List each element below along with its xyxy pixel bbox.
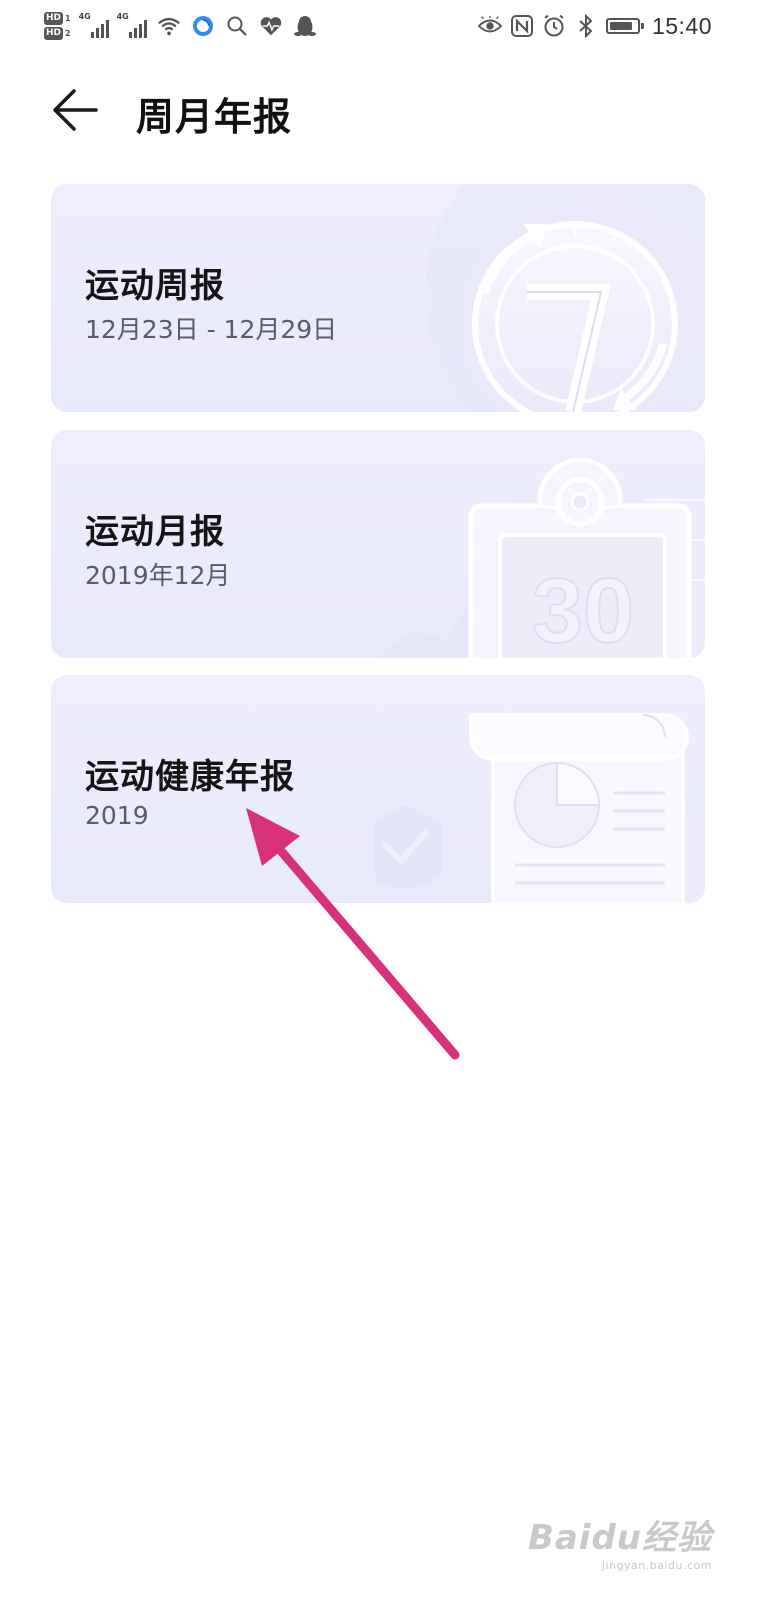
weekly-monthly-yearly-report-screen: HD 1 HD 2 4G 4G 15:40 周月年报 运动周报 12月23日 -… [0, 0, 770, 1600]
qq-penguin-icon [293, 14, 317, 38]
weekly-cycle-7-icon [425, 184, 705, 412]
status-bar-right: 15:40 [477, 8, 712, 44]
hd-badge-2: HD 2 [44, 27, 71, 40]
status-bar-left: HD 1 HD 2 4G 4G [44, 6, 317, 46]
battery-icon [605, 18, 644, 34]
status-time: 15:40 [651, 12, 712, 39]
search-icon [225, 14, 249, 38]
card-subtitle: 2019 [85, 801, 149, 830]
signal-icon: 4G [116, 12, 147, 38]
card-title: 运动健康年报 [85, 757, 295, 797]
hd-badge-1: HD 1 [44, 12, 71, 25]
watermark: Baidu经验 jingyan.baidu.com [528, 1510, 712, 1572]
card-title: 运动月报 [85, 512, 225, 552]
monthly-report-card[interactable]: 30 运动月报 2019年12月 [51, 430, 705, 658]
wifi-icon [157, 14, 181, 38]
yearly-report-scroll-icon [375, 713, 705, 903]
arrow-left-icon [53, 89, 98, 131]
health-heart-icon [259, 14, 283, 38]
nfc-icon [510, 14, 534, 38]
page-title: 周月年报 [136, 95, 293, 139]
card-subtitle: 2019年12月 [85, 561, 231, 590]
card-subtitle: 12月23日 - 12月29日 [85, 315, 338, 344]
back-button[interactable] [46, 82, 106, 138]
network-type-label: 4G [116, 12, 129, 21]
alarm-icon [542, 14, 566, 38]
hd-voice-badges: HD 1 HD 2 [44, 12, 71, 40]
network-type-label: 4G [78, 12, 91, 21]
weekly-report-card[interactable]: 运动周报 12月23日 - 12月29日 [51, 184, 705, 412]
monthly-clipboard-30-icon: 30 [375, 457, 705, 658]
card-title: 运动周报 [85, 266, 225, 306]
watermark-sub: jingyan.baidu.com [601, 1559, 712, 1572]
app-header: 周月年报 [0, 70, 770, 150]
svg-text:30: 30 [532, 560, 634, 658]
browser-icon [191, 14, 215, 38]
eye-icon [477, 14, 502, 38]
status-bar: HD 1 HD 2 4G 4G 15:40 [0, 0, 770, 50]
signal-icon: 4G [78, 12, 109, 38]
bluetooth-icon [574, 14, 598, 38]
watermark-main: Baidu经验 [527, 1518, 712, 1558]
yearly-report-card[interactable]: 运动健康年报 2019 [51, 675, 705, 903]
